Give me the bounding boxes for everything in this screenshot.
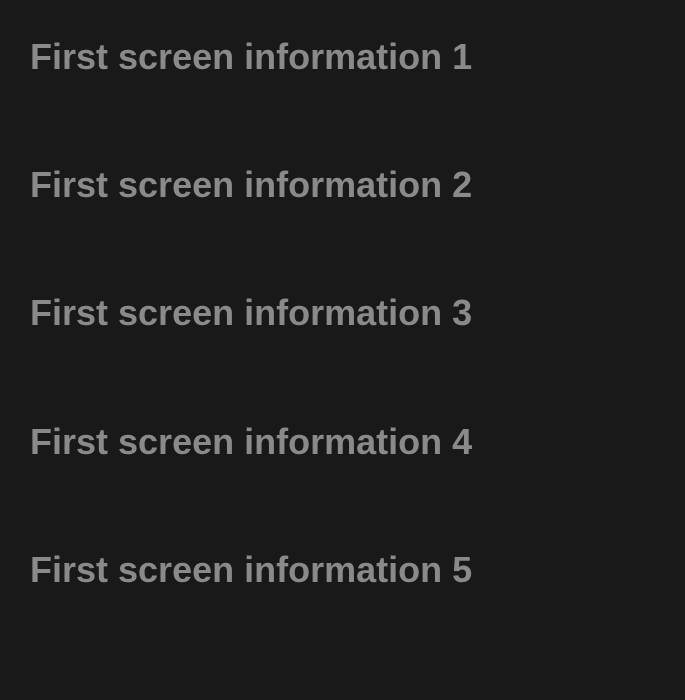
info-heading: First screen information 5 <box>30 548 655 591</box>
info-heading: First screen information 3 <box>30 291 655 334</box>
info-heading: First screen information 4 <box>30 420 655 463</box>
info-heading: First screen information 1 <box>30 35 655 78</box>
info-heading: First screen information 2 <box>30 163 655 206</box>
